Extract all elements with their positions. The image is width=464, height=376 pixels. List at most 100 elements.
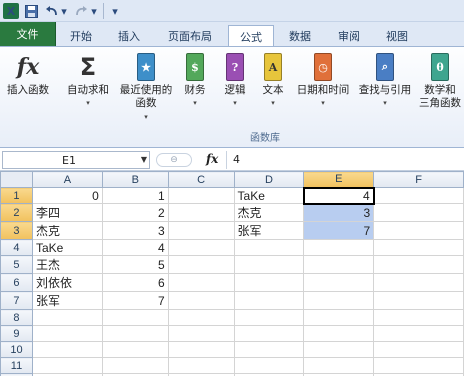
tab-file[interactable]: 文件 — [0, 22, 56, 46]
undo-icon[interactable] — [44, 3, 58, 19]
cell[interactable] — [373, 187, 464, 204]
column-header-f[interactable]: F — [373, 171, 464, 188]
financial-button[interactable]: $ 财务 ▾ — [180, 51, 210, 108]
cell[interactable] — [373, 357, 464, 374]
date-time-button[interactable]: ◷ 日期和时间 ▾ — [294, 51, 352, 108]
redo-icon[interactable] — [74, 3, 88, 19]
selected-cell[interactable]: 3 — [303, 203, 375, 222]
cell[interactable] — [303, 273, 375, 292]
column-header-a[interactable]: A — [31, 171, 103, 188]
cell[interactable]: 4 — [101, 239, 169, 256]
cell[interactable] — [167, 341, 235, 358]
cell[interactable] — [373, 291, 464, 310]
row-header[interactable]: 7 — [0, 291, 33, 310]
cell[interactable] — [31, 357, 103, 374]
cell[interactable] — [373, 341, 464, 358]
autosum-button[interactable]: Σ 自动求和 ▾ — [62, 51, 114, 108]
formula-bar-grip[interactable]: ⊖ — [156, 153, 192, 167]
column-header-e[interactable]: E — [303, 171, 375, 188]
row-header[interactable]: 5 — [0, 255, 33, 274]
tab-view[interactable]: 视图 — [376, 25, 418, 46]
cell[interactable] — [101, 341, 169, 358]
cell[interactable] — [31, 309, 103, 326]
cell[interactable] — [233, 341, 305, 358]
cell[interactable] — [233, 273, 305, 292]
cell[interactable] — [373, 221, 464, 240]
cell[interactable] — [167, 239, 235, 256]
fx-icon[interactable]: fx — [206, 152, 218, 166]
row-header[interactable]: 6 — [0, 273, 33, 292]
cell[interactable]: 5 — [101, 255, 169, 274]
cell[interactable] — [303, 255, 375, 274]
cell[interactable] — [31, 325, 103, 342]
cell[interactable] — [167, 203, 235, 222]
tab-page-layout[interactable]: 页面布局 — [156, 25, 224, 46]
tab-insert[interactable]: 插入 — [108, 25, 150, 46]
row-header[interactable]: 2 — [0, 203, 33, 222]
cell[interactable]: 7 — [101, 291, 169, 310]
cell[interactable]: 杰克 — [31, 221, 103, 240]
chevron-down-icon[interactable]: ▼ — [141, 155, 147, 164]
cell[interactable] — [373, 239, 464, 256]
cell[interactable]: 刘依依 — [31, 273, 103, 292]
recently-used-button[interactable]: ★ 最近使用的 函数 ▾ — [114, 51, 178, 122]
cell[interactable]: 王杰 — [31, 255, 103, 274]
cell[interactable]: 杰克 — [233, 203, 305, 222]
cell[interactable] — [167, 255, 235, 274]
cell[interactable] — [233, 325, 305, 342]
active-cell[interactable]: 4 — [302, 186, 375, 205]
row-header[interactable]: 3 — [0, 221, 33, 240]
cell[interactable] — [233, 255, 305, 274]
cell[interactable] — [373, 255, 464, 274]
cell[interactable] — [373, 309, 464, 326]
cell[interactable]: 1 — [101, 187, 169, 204]
row-header[interactable]: 4 — [0, 239, 33, 256]
column-header-d[interactable]: D — [233, 171, 305, 188]
lookup-reference-button[interactable]: ⌕ 查找与引用 ▾ — [356, 51, 414, 108]
cell[interactable]: 张军 — [233, 221, 305, 240]
row-header[interactable]: 1 — [0, 187, 33, 204]
row-header[interactable]: 8 — [0, 309, 33, 326]
cell[interactable] — [233, 291, 305, 310]
select-all-corner[interactable] — [0, 171, 33, 188]
selected-cell[interactable]: 7 — [303, 221, 375, 240]
column-header-b[interactable]: B — [101, 171, 169, 188]
cell[interactable]: 3 — [101, 221, 169, 240]
cell[interactable] — [233, 357, 305, 374]
formula-input[interactable]: 4 — [226, 151, 462, 169]
cell[interactable] — [101, 325, 169, 342]
cell[interactable] — [167, 221, 235, 240]
save-icon[interactable] — [24, 3, 38, 19]
cell[interactable] — [167, 273, 235, 292]
cell[interactable] — [167, 291, 235, 310]
cell[interactable]: 6 — [101, 273, 169, 292]
tab-formulas[interactable]: 公式 — [228, 25, 274, 47]
cell[interactable]: TaKe — [233, 187, 305, 204]
undo-dropdown-icon[interactable]: ▾ — [60, 3, 68, 19]
cell[interactable]: TaKe — [31, 239, 103, 256]
cell[interactable]: 张军 — [31, 291, 103, 310]
cell[interactable] — [373, 325, 464, 342]
cell[interactable] — [167, 325, 235, 342]
cell[interactable]: 2 — [101, 203, 169, 222]
cell[interactable] — [303, 341, 375, 358]
cell[interactable] — [167, 309, 235, 326]
cell[interactable] — [303, 325, 375, 342]
redo-dropdown-icon[interactable]: ▾ — [90, 3, 98, 19]
text-button[interactable]: A 文本 ▾ — [258, 51, 288, 108]
name-box[interactable]: E1 ▼ — [2, 151, 150, 169]
cell[interactable] — [303, 357, 375, 374]
cell[interactable] — [31, 341, 103, 358]
row-header[interactable]: 10 — [0, 341, 33, 358]
cell[interactable] — [101, 357, 169, 374]
math-trig-button[interactable]: θ 数学和 三角函数 — [416, 51, 464, 109]
row-header[interactable]: 9 — [0, 325, 33, 342]
cell[interactable]: 李四 — [31, 203, 103, 222]
tab-data[interactable]: 数据 — [280, 25, 320, 46]
tab-review[interactable]: 审阅 — [328, 25, 370, 46]
cell[interactable] — [303, 291, 375, 310]
cell[interactable]: 0 — [31, 187, 103, 204]
cell[interactable] — [303, 309, 375, 326]
cell[interactable] — [167, 357, 235, 374]
cell[interactable] — [101, 309, 169, 326]
